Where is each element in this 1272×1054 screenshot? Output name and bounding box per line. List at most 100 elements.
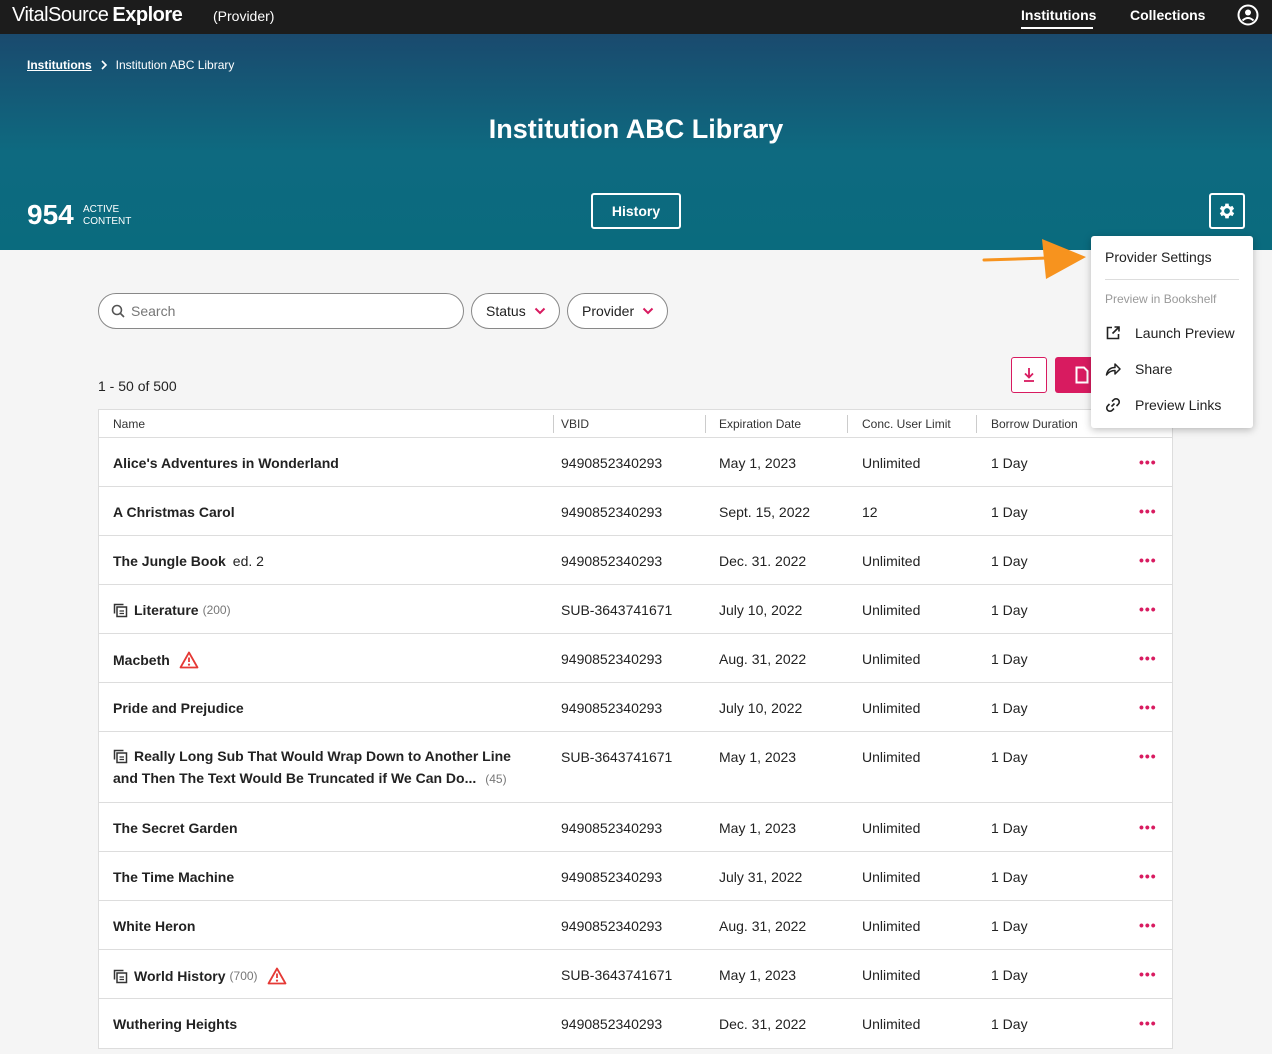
menu-share[interactable]: Share — [1105, 361, 1172, 377]
row-name[interactable]: White Heron — [113, 918, 195, 934]
row-name[interactable]: The Secret Garden — [113, 820, 238, 836]
more-options-icon[interactable]: ••• — [1139, 748, 1157, 764]
header-expiration-date[interactable]: Expiration Date — [719, 417, 801, 431]
top-navigation-bar: VitalSource Explore (Provider) Institutio… — [0, 0, 1272, 34]
row-vbid: 9490852340293 — [561, 918, 663, 934]
item-count: (45) — [485, 772, 507, 786]
provider-filter-label: Provider — [582, 303, 635, 319]
more-options-icon[interactable]: ••• — [1139, 503, 1157, 519]
row-vbid: SUB-3643741671 — [561, 602, 673, 618]
table-row[interactable]: Alice's Adventures in Wonderland 9490852… — [99, 438, 1172, 487]
table-row[interactable]: Pride and Prejudice 9490852340293 July 1… — [99, 683, 1172, 732]
row-borrow-duration: 1 Day — [991, 869, 1028, 885]
menu-divider — [1105, 279, 1239, 280]
row-borrow-duration: 1 Day — [991, 455, 1028, 471]
more-options-icon[interactable]: ••• — [1139, 917, 1157, 933]
row-name[interactable]: The Time Machine — [113, 869, 234, 885]
table-row[interactable]: White Heron 9490852340293 Aug. 31, 2022 … — [99, 901, 1172, 950]
more-options-icon[interactable]: ••• — [1139, 552, 1157, 568]
row-name[interactable]: Macbeth — [113, 651, 199, 669]
row-name[interactable]: A Christmas Carol — [113, 504, 235, 520]
menu-item-label: Launch Preview — [1135, 325, 1235, 341]
nav-institutions[interactable]: Institutions — [1021, 7, 1096, 23]
chevron-down-icon — [534, 307, 545, 315]
chevron-right-icon — [101, 60, 107, 70]
more-options-icon[interactable]: ••• — [1139, 966, 1157, 982]
menu-item-label: Share — [1135, 361, 1173, 377]
row-name[interactable]: Pride and Prejudice — [113, 700, 244, 716]
row-borrow-duration: 1 Day — [991, 820, 1028, 836]
title-text: Wuthering Heights — [113, 1016, 238, 1032]
table-row[interactable]: World History (700) SUB-3643741671 May 1,… — [99, 950, 1172, 999]
table-row[interactable]: A Christmas Carol 9490852340293 Sept. 15… — [99, 487, 1172, 536]
row-expiration: May 1, 2023 — [719, 820, 797, 836]
add-content-button[interactable] — [1055, 357, 1095, 393]
user-circle-icon[interactable] — [1237, 4, 1259, 26]
share-icon — [1105, 363, 1121, 376]
table-row[interactable]: Really Long Sub That Would Wrap Down to … — [99, 732, 1172, 803]
brand-logo[interactable]: VitalSource Explore — [12, 4, 183, 27]
row-vbid: 9490852340293 — [561, 700, 663, 716]
nav-collections[interactable]: Collections — [1130, 7, 1205, 23]
more-options-icon[interactable]: ••• — [1139, 650, 1157, 666]
more-options-icon[interactable]: ••• — [1139, 454, 1157, 470]
provider-filter[interactable]: Provider — [567, 293, 668, 329]
history-button[interactable]: History — [591, 193, 681, 229]
more-options-icon[interactable]: ••• — [1139, 601, 1157, 617]
table-row[interactable]: Wuthering Heights 9490852340293 Dec. 31,… — [99, 999, 1172, 1048]
row-conc-limit: Unlimited — [862, 651, 921, 667]
row-name[interactable]: Wuthering Heights — [113, 1016, 237, 1032]
menu-provider-settings[interactable]: Provider Settings — [1105, 249, 1212, 265]
breadcrumb-institutions-link[interactable]: Institutions — [27, 58, 92, 72]
menu-item-label: Preview Links — [1135, 397, 1222, 413]
item-count: (700) — [229, 969, 258, 983]
row-conc-limit: Unlimited — [862, 918, 921, 934]
table-row[interactable]: Literature (200) SUB-3643741671 July 10, … — [99, 585, 1172, 634]
menu-launch-preview[interactable]: Launch Preview — [1105, 325, 1235, 341]
settings-dropdown-menu: Provider Settings Preview in Bookshelf L… — [1091, 236, 1253, 428]
more-options-icon[interactable]: ••• — [1139, 1015, 1157, 1031]
chevron-down-icon — [642, 307, 654, 315]
menu-preview-links[interactable]: Preview Links — [1105, 397, 1221, 413]
row-name[interactable]: Alice's Adventures in Wonderland — [113, 455, 339, 471]
table-row[interactable]: Macbeth 9490852340293 Aug. 31, 2022 Unli… — [99, 634, 1172, 683]
row-expiration: Aug. 31, 2022 — [719, 918, 807, 934]
active-content-label-line2: CONTENT — [83, 216, 132, 227]
row-conc-limit: Unlimited — [862, 869, 921, 885]
table-row[interactable]: The Time Machine 9490852340293 July 31, … — [99, 852, 1172, 901]
table-row[interactable]: The Secret Garden 9490852340293 May 1, 2… — [99, 803, 1172, 852]
download-button[interactable] — [1011, 357, 1047, 393]
row-name[interactable]: Really Long Sub That Would Wrap Down to … — [113, 745, 513, 790]
row-borrow-duration: 1 Day — [991, 1016, 1028, 1032]
row-expiration: Dec. 31, 2022 — [719, 1016, 807, 1032]
row-borrow-duration: 1 Day — [991, 700, 1028, 716]
more-options-icon[interactable]: ••• — [1139, 819, 1157, 835]
row-conc-limit: Unlimited — [862, 602, 921, 618]
header-borrow-duration[interactable]: Borrow Duration — [991, 417, 1078, 431]
status-filter[interactable]: Status — [471, 293, 560, 329]
row-name[interactable]: Literature (200) — [113, 602, 231, 618]
more-options-icon[interactable]: ••• — [1139, 868, 1157, 884]
row-conc-limit: 12 — [862, 504, 878, 520]
row-borrow-duration: 1 Day — [991, 918, 1028, 934]
external-link-icon — [1106, 326, 1120, 340]
header-conc-user-limit[interactable]: Conc. User Limit — [862, 417, 951, 431]
header-vbid[interactable]: VBID — [561, 417, 589, 431]
row-vbid: 9490852340293 — [561, 651, 663, 667]
row-vbid: SUB-3643741671 — [561, 749, 673, 765]
row-borrow-duration: 1 Day — [991, 651, 1028, 667]
row-vbid: 9490852340293 — [561, 455, 663, 471]
title-text: White Heron — [113, 918, 196, 934]
search-input[interactable] — [131, 303, 431, 319]
row-name[interactable]: World History (700) — [113, 967, 287, 985]
search-field[interactable] — [98, 293, 464, 329]
header-name[interactable]: Name — [113, 417, 145, 431]
link-icon — [1105, 397, 1121, 413]
row-conc-limit: Unlimited — [862, 455, 921, 471]
row-conc-limit: Unlimited — [862, 820, 921, 836]
row-vbid: 9490852340293 — [561, 504, 663, 520]
more-options-icon[interactable]: ••• — [1139, 699, 1157, 715]
row-name[interactable]: The Jungle Book ed. 2 — [113, 553, 264, 569]
settings-button[interactable] — [1209, 193, 1245, 229]
table-row[interactable]: The Jungle Book ed. 2 9490852340293 Dec. … — [99, 536, 1172, 585]
